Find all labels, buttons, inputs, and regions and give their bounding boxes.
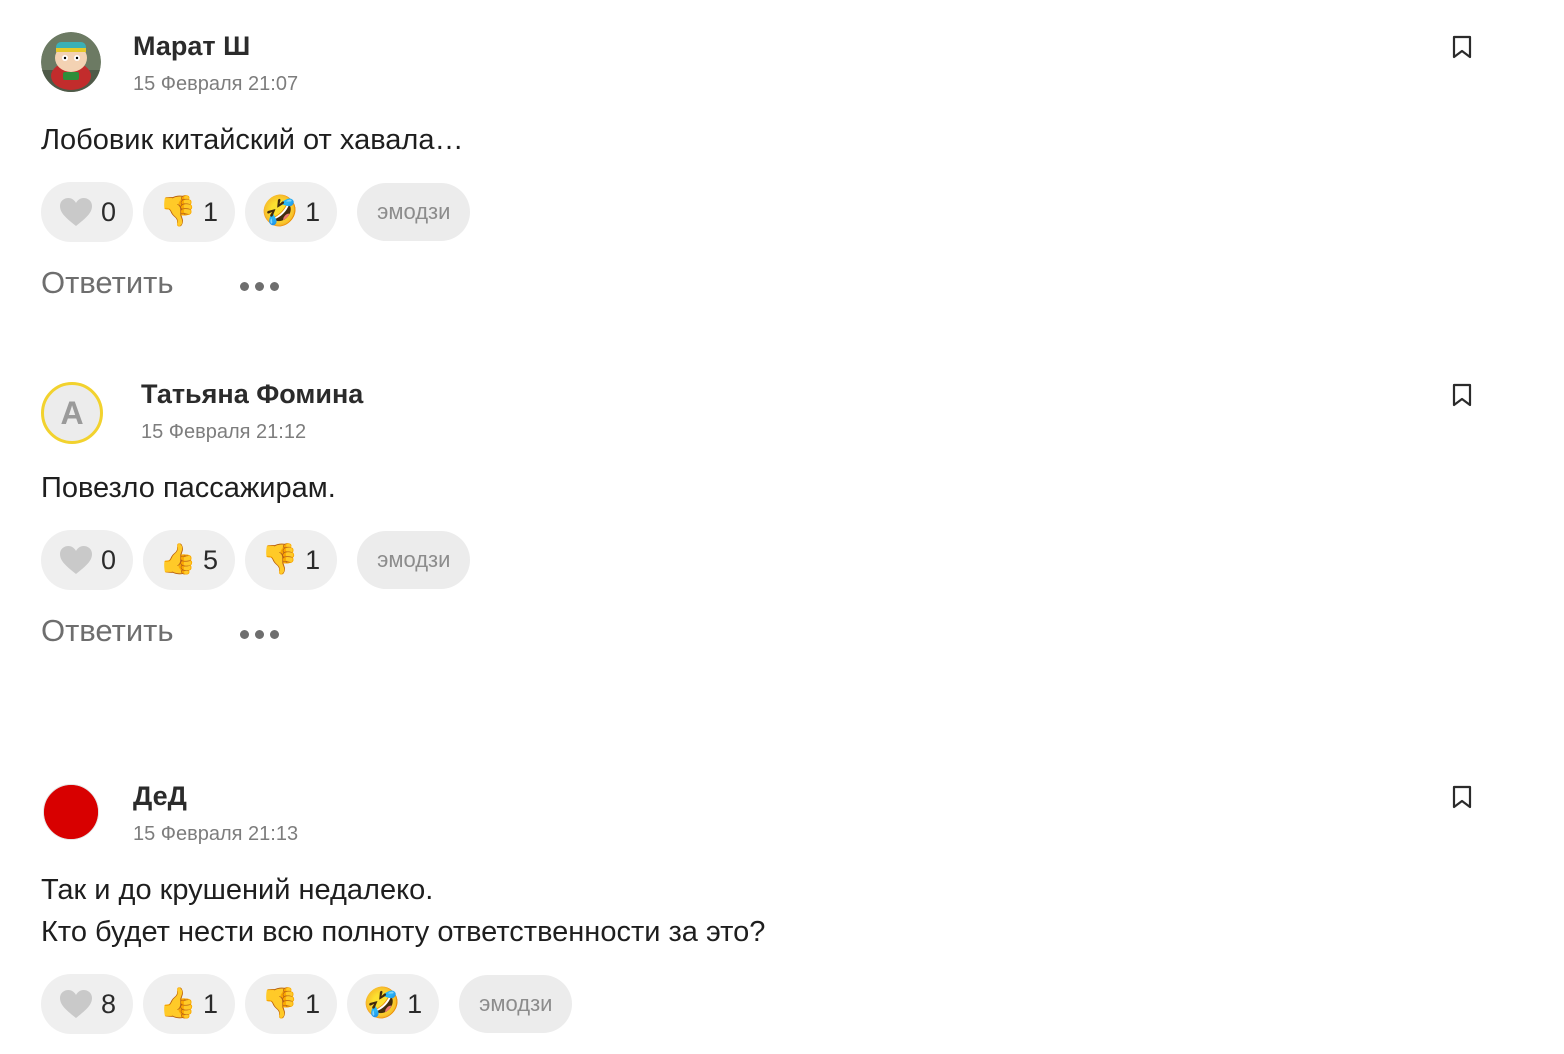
comment-author[interactable]: ДеД: [133, 781, 187, 812]
reaction-count: 0: [101, 544, 117, 575]
reaction-thumbs-up[interactable]: 👍 5: [143, 530, 236, 590]
thumbs-down-icon: 👎: [261, 543, 299, 576]
heart-icon: [57, 541, 95, 579]
reaction-count: 1: [305, 544, 321, 575]
reaction-thumbs-up[interactable]: 👍 1: [143, 974, 236, 1034]
more-options-icon[interactable]: [240, 279, 279, 293]
more-options-icon[interactable]: [240, 627, 279, 641]
reaction-count: 8: [101, 988, 117, 1019]
rofl-icon: 🤣: [261, 195, 299, 228]
reaction-count: 1: [203, 196, 219, 227]
emoji-button[interactable]: эмодзи: [357, 531, 471, 589]
reaction-rofl[interactable]: 🤣 1: [347, 974, 440, 1034]
comment-text-line-2: Кто будет нести всю полноту ответственно…: [41, 916, 766, 948]
reaction-count: 1: [305, 196, 321, 227]
reaction-heart[interactable]: 8: [41, 974, 134, 1034]
avatar-letter: А: [60, 394, 84, 431]
reaction-heart[interactable]: 0: [41, 530, 134, 590]
reaction-count: 1: [203, 988, 219, 1019]
comment-date: 15 Февраля 21:12: [141, 421, 307, 443]
user-avatar[interactable]: [43, 784, 99, 840]
reaction-thumbs-down[interactable]: 👎 1: [143, 182, 236, 242]
comment-text: Лобовик китайский от хавала…: [41, 124, 464, 156]
thumbs-up-icon: 👍: [159, 987, 197, 1020]
comment-text-line-1: Так и до крушений недалеко.: [41, 874, 434, 906]
reaction-rofl[interactable]: 🤣 1: [245, 182, 338, 242]
reaction-count: 0: [101, 196, 117, 227]
comment-date: 15 Февраля 21:07: [133, 73, 299, 95]
bookmark-icon[interactable]: [1451, 785, 1473, 809]
reaction-count: 5: [203, 544, 219, 575]
comment-author[interactable]: Марат Ш: [133, 31, 250, 62]
reactions-bar: 0 👎 1 🤣 1 эмодзи: [41, 182, 471, 242]
reactions-bar: 8 👍 1 👎 1 🤣 1 эмодзи: [41, 974, 573, 1034]
comment-date: 15 Февраля 21:13: [133, 823, 299, 845]
bookmark-icon[interactable]: [1451, 383, 1473, 407]
reaction-thumbs-down[interactable]: 👎 1: [245, 530, 338, 590]
cartoon-avatar-icon: [41, 32, 101, 92]
thumbs-down-icon: 👎: [261, 987, 299, 1020]
reply-button[interactable]: Ответить: [41, 613, 174, 649]
reaction-thumbs-down[interactable]: 👎 1: [245, 974, 338, 1034]
reply-button[interactable]: Ответить: [41, 265, 174, 301]
comment-author[interactable]: Татьяна Фомина: [141, 379, 363, 410]
rofl-icon: 🤣: [363, 987, 401, 1020]
red-circle-avatar-icon: [44, 785, 98, 839]
comment-text: Повезло пассажирам.: [41, 472, 336, 504]
reaction-count: 1: [407, 988, 423, 1019]
reactions-bar: 0 👍 5 👎 1 эмодзи: [41, 530, 471, 590]
reaction-count: 1: [305, 988, 321, 1019]
user-avatar[interactable]: А: [41, 382, 103, 444]
heart-icon: [57, 985, 95, 1023]
reaction-heart[interactable]: 0: [41, 182, 134, 242]
heart-icon: [57, 193, 95, 231]
emoji-button[interactable]: эмодзи: [357, 183, 471, 241]
bookmark-icon[interactable]: [1451, 35, 1473, 59]
thumbs-down-icon: 👎: [159, 195, 197, 228]
user-avatar[interactable]: [41, 32, 101, 92]
thumbs-up-icon: 👍: [159, 543, 197, 576]
emoji-button[interactable]: эмодзи: [459, 975, 573, 1033]
